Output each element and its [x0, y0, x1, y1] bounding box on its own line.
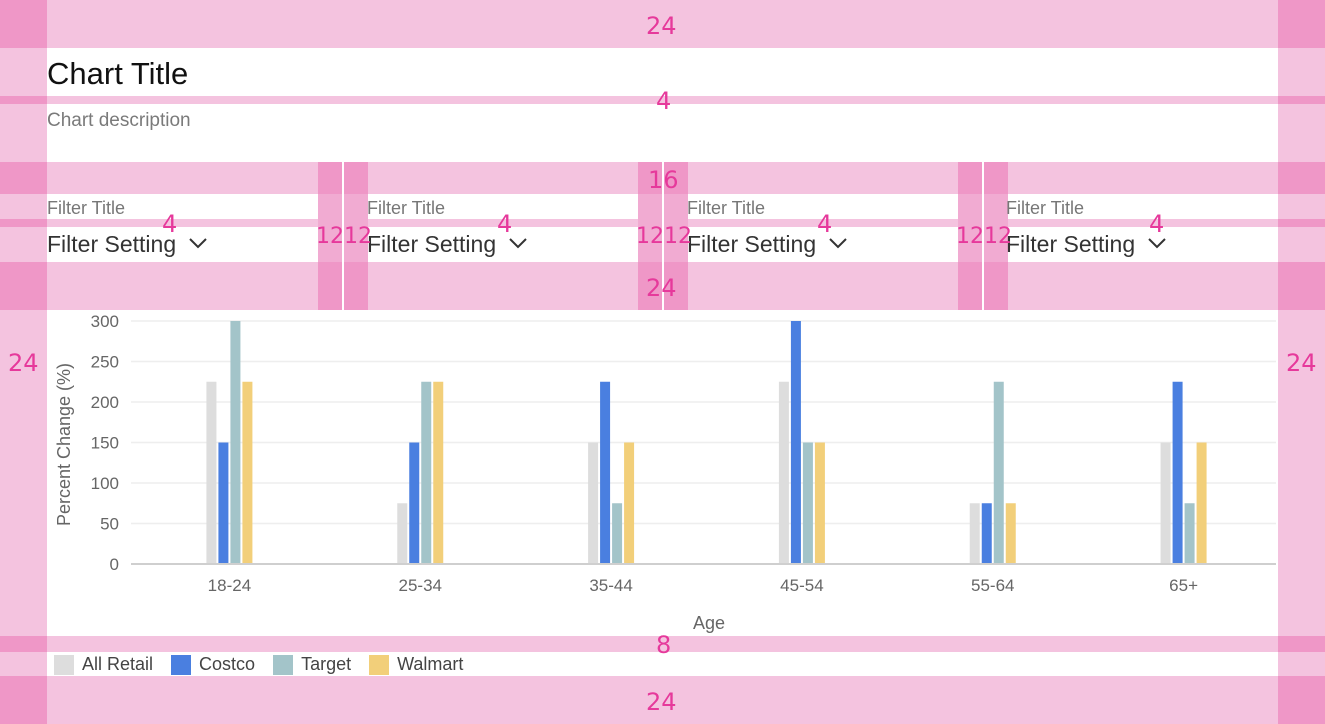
chart-legend: All Retail Costco Target Walmart	[54, 654, 481, 675]
spec-label: 1212	[636, 224, 692, 249]
bar-walmart[interactable]	[1005, 503, 1016, 564]
spec-label: 24	[646, 274, 677, 302]
corner-overlay	[0, 219, 47, 227]
bar-walmart[interactable]	[624, 442, 635, 565]
legend-swatch	[54, 654, 74, 675]
bar-target[interactable]	[230, 321, 241, 564]
corner-overlay	[0, 262, 47, 310]
spec-label: 24	[8, 349, 39, 377]
bar-all-retail[interactable]	[397, 503, 408, 564]
legend-label: Walmart	[397, 654, 464, 674]
bar-costco[interactable]	[600, 381, 611, 564]
bar-all-retail[interactable]	[206, 381, 217, 564]
bar-costco[interactable]	[1172, 381, 1183, 564]
y-tick-label: 100	[91, 474, 119, 493]
corner-overlay	[1278, 219, 1325, 227]
bar-all-retail[interactable]	[778, 381, 789, 564]
spec-label: 4	[1149, 210, 1165, 238]
bar-all-retail[interactable]	[1160, 442, 1171, 565]
spec-label: 24	[646, 12, 677, 40]
corner-overlay	[0, 162, 47, 194]
bar-all-retail[interactable]	[588, 442, 599, 565]
legend-item[interactable]: Walmart	[369, 654, 463, 675]
bar-costco[interactable]	[409, 442, 420, 565]
bar-costco[interactable]	[981, 503, 992, 564]
filter-setting-label: Filter Setting	[1006, 231, 1136, 257]
legend-item[interactable]: All Retail	[54, 654, 153, 675]
bar-walmart[interactable]	[242, 381, 253, 564]
bar-target[interactable]	[421, 381, 432, 564]
filter-title: Filter Title	[47, 198, 126, 218]
corner-overlay	[0, 676, 47, 724]
legend-item[interactable]: Target	[273, 654, 351, 675]
bar-target[interactable]	[802, 442, 813, 565]
bar-walmart[interactable]	[1196, 442, 1207, 565]
spec-label: 16	[648, 166, 679, 194]
legend-swatch	[273, 654, 294, 675]
y-tick-label: 300	[91, 312, 119, 331]
legend-swatch	[171, 654, 192, 675]
bar-target[interactable]	[612, 503, 623, 564]
x-axis-title: Age	[693, 613, 725, 633]
filter-dropdown[interactable]: Filter Setting	[47, 231, 208, 258]
spec-label: 24	[1286, 349, 1317, 377]
legend-swatch	[369, 654, 390, 675]
y-tick-label: 200	[91, 393, 119, 412]
spec-label: 4	[162, 210, 178, 238]
corner-overlay	[1278, 636, 1325, 652]
y-tick-label: 250	[91, 353, 119, 372]
bar-costco[interactable]	[790, 321, 801, 564]
x-tick-label: 35-44	[589, 576, 632, 595]
filter-title: Filter Title	[367, 198, 446, 218]
corner-overlay	[1278, 162, 1325, 194]
legend-label: All Retail	[82, 654, 154, 674]
chevron-down-icon	[188, 228, 208, 255]
chart-description: Chart description	[47, 110, 191, 131]
y-tick-label: 0	[110, 555, 119, 574]
spec-label: 8	[656, 631, 672, 659]
spec-label: 4	[497, 210, 513, 238]
filter-title: Filter Title	[687, 198, 766, 218]
x-tick-label: 18-24	[208, 576, 251, 595]
chart-title: Chart Title	[47, 56, 189, 91]
corner-overlay	[1278, 96, 1325, 104]
y-tick-label: 150	[91, 434, 119, 453]
y-tick-label: 50	[100, 515, 119, 534]
filter-setting-label: Filter Setting	[687, 231, 817, 257]
x-tick-label: 55-64	[971, 576, 1014, 595]
spec-label: 4	[817, 210, 833, 238]
filter-title: Filter Title	[1006, 198, 1085, 218]
bar-chart: 0 50 100 150 200 250 300 18-24 25-34 35-44 45-54 55…	[54, 312, 1276, 633]
bar-walmart[interactable]	[433, 381, 444, 564]
spec-label: 1212	[956, 224, 1012, 249]
y-axis-title: Percent Change (%)	[54, 363, 74, 526]
bar-target[interactable]	[993, 381, 1004, 564]
legend-item[interactable]: Costco	[171, 654, 255, 675]
filter-dropdown[interactable]: Filter Setting	[1006, 231, 1167, 258]
bar-walmart[interactable]	[814, 442, 825, 565]
spec-label: 24	[646, 688, 677, 716]
legend-label: Target	[301, 654, 352, 674]
bar-target[interactable]	[1184, 503, 1195, 564]
spec-label: 1212	[316, 224, 372, 249]
corner-overlay	[1278, 262, 1325, 310]
corner-overlay	[0, 96, 47, 104]
corner-overlay	[0, 0, 47, 48]
filter-setting-label: Filter Setting	[47, 231, 177, 257]
spec-label: 4	[656, 87, 672, 115]
bar-costco[interactable]	[218, 442, 229, 565]
x-tick-label: 25-34	[399, 576, 442, 595]
corner-overlay	[1278, 676, 1325, 724]
corner-overlay	[1278, 0, 1325, 48]
x-tick-label: 45-54	[780, 576, 823, 595]
corner-overlay	[0, 636, 47, 652]
bar-all-retail[interactable]	[969, 503, 980, 564]
legend-label: Costco	[199, 654, 256, 674]
x-tick-label: 65+	[1169, 576, 1198, 595]
filter-setting-label: Filter Setting	[367, 231, 497, 257]
